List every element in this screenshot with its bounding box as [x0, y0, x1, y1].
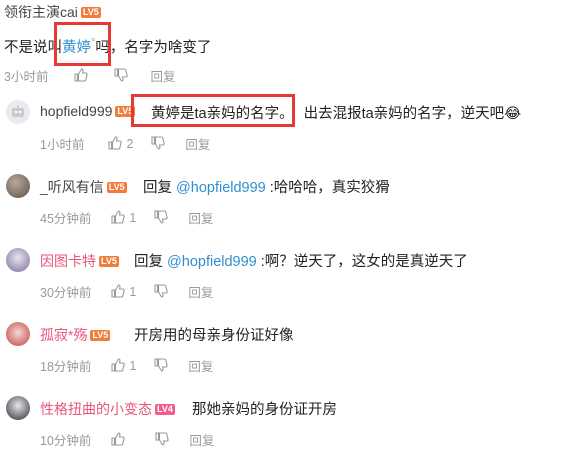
reply-meta: 18分钟前 1 回复	[40, 356, 213, 375]
reply-username[interactable]: _听风有信	[40, 179, 104, 195]
mention-link[interactable]: @hopfield999	[176, 180, 266, 196]
reply-text: 回复 @hopfield999 :啊？逆天了，这女的是真逆天了	[134, 250, 468, 271]
reply-button[interactable]: 回复	[185, 134, 210, 153]
reply-prefix: 回复	[134, 254, 168, 270]
comment-time: 1小时前	[40, 138, 85, 152]
thumbs-up-icon[interactable]	[111, 283, 126, 300]
reply-button[interactable]: 回复	[188, 282, 213, 301]
reply-item: 孤寂*殇 LV5 开房用的母亲身份证好像 18分钟前 1 回复	[0, 314, 567, 378]
reply-item: hopfield999 LV5 黄婷是ta亲妈的名字。 出去混报ta亲妈的名字，逆天…	[0, 92, 567, 156]
reply-button[interactable]: 回复	[189, 430, 214, 449]
main-comment: 领衔主演cai LV5 不是说叫黄婷°吗，名字为啥变了 3小时前 回复	[0, 0, 567, 92]
thumbs-up-icon[interactable]	[108, 135, 123, 152]
highlight-box	[54, 22, 111, 66]
reply-body: 那她亲妈的身份证开房	[192, 402, 337, 418]
like-count: 1	[129, 284, 137, 299]
level-badge: LV5	[90, 330, 111, 342]
thumbs-up-icon[interactable]	[74, 67, 89, 84]
comment-time: 45分钟前	[40, 212, 92, 226]
level-badge: LV5	[80, 7, 101, 19]
reply-item: 性格扭曲的小变态 LV4 那她亲妈的身份证开房 10分钟前 回复	[0, 388, 567, 452]
like-count: 2	[126, 136, 134, 151]
comment-time: 10分钟前	[40, 434, 92, 448]
thumbs-down-icon[interactable]	[114, 67, 129, 84]
reply-username[interactable]: hopfield999	[40, 103, 112, 119]
reply-text: 开房用的母亲身份证好像	[134, 324, 294, 345]
reply-header: 孤寂*殇 LV5	[40, 325, 111, 345]
thumbs-down-icon[interactable]	[151, 135, 166, 152]
main-comment-header: 领衔主演cai LV5	[4, 2, 101, 22]
reply-item: 因图卡特 LV5 回复 @hopfield999 :啊？逆天了，这女的是真逆天了 …	[0, 240, 567, 304]
laughing-emoji-icon: 😂	[504, 106, 522, 122]
level-badge: LV5	[99, 256, 119, 268]
avatar[interactable]	[6, 100, 30, 124]
reply-body: 出去混报ta亲妈的名字，逆天吧	[303, 106, 505, 122]
reply-header: hopfield999 LV5	[40, 103, 136, 121]
main-comment-username[interactable]: 领衔主演cai	[4, 4, 78, 20]
reply-item: _听风有信 LV5 回复 @hopfield999 :哈哈哈，真实狡猾 45分钟前…	[0, 166, 567, 230]
reply-meta: 1小时前 2 回复	[40, 134, 210, 153]
avatar[interactable]	[6, 322, 30, 346]
thumbs-down-icon[interactable]	[154, 283, 169, 300]
comment-time: 18分钟前	[40, 360, 92, 374]
reply-button[interactable]: 回复	[150, 66, 175, 85]
level-badge: LV5	[106, 182, 127, 194]
reply-meta: 45分钟前 1 回复	[40, 208, 213, 227]
reply-text: 那她亲妈的身份证开房	[192, 398, 337, 419]
reply-header: 因图卡特 LV5	[40, 251, 119, 271]
thumbs-up-icon[interactable]	[111, 431, 126, 448]
reply-button[interactable]: 回复	[188, 208, 213, 227]
main-comment-text-after: 吗，名字为啥变了	[95, 40, 212, 56]
reply-text: 回复 @hopfield999 :哈哈哈，真实狡猾	[143, 176, 390, 197]
reply-username[interactable]: 性格扭曲的小变态	[40, 401, 152, 417]
thumbs-down-icon[interactable]	[154, 357, 169, 374]
comment-time: 3小时前	[4, 70, 49, 84]
reply-meta: 30分钟前 1 回复	[40, 282, 213, 301]
reply-body: :哈哈哈，真实狡猾	[265, 180, 390, 196]
thumbs-up-icon[interactable]	[111, 209, 126, 226]
mention-link[interactable]: @hopfield999	[167, 254, 257, 270]
highlight-box	[131, 94, 295, 127]
main-comment-meta: 3小时前 回复	[4, 66, 175, 85]
avatar[interactable]	[6, 174, 30, 198]
level-badge: LV4	[155, 404, 175, 416]
like-count: 1	[129, 358, 137, 373]
reply-prefix: 回复	[143, 180, 177, 196]
reply-body: 开房用的母亲身份证好像	[134, 328, 294, 344]
reply-meta: 10分钟前 回复	[40, 430, 214, 449]
reply-username[interactable]: 孤寂*殇	[40, 327, 87, 343]
reply-header: 性格扭曲的小变态 LV4	[40, 399, 175, 419]
reply-header: _听风有信 LV5	[40, 177, 127, 197]
reply-username[interactable]: 因图卡特	[40, 253, 96, 269]
thumbs-down-icon[interactable]	[154, 209, 169, 226]
thumbs-up-icon[interactable]	[111, 357, 126, 374]
avatar[interactable]	[6, 396, 30, 420]
reply-body: :啊？逆天了，这女的是真逆天了	[256, 254, 468, 270]
thumbs-down-icon[interactable]	[155, 431, 170, 448]
comment-time: 30分钟前	[40, 286, 92, 300]
avatar[interactable]	[6, 248, 30, 272]
like-count: 1	[129, 210, 137, 225]
reply-button[interactable]: 回复	[188, 356, 213, 375]
